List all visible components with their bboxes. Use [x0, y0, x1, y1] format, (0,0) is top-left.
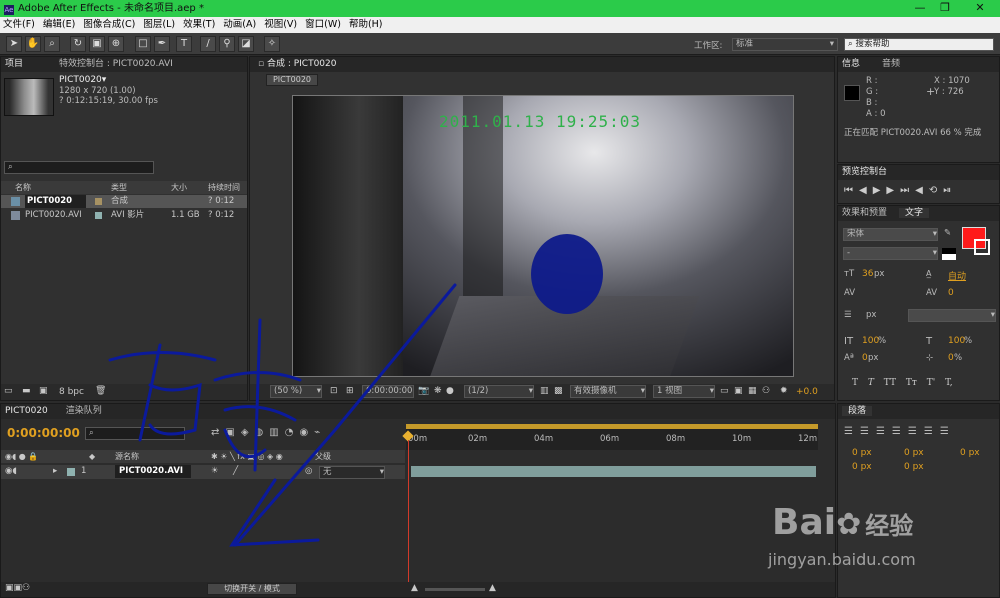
watermark-brand2: 经验	[865, 512, 914, 540]
watermark-brand: Bai✿ 经验	[772, 502, 913, 543]
annotation-arrow-line	[233, 283, 457, 547]
annotation-text: 右击	[0, 0, 1, 1]
watermark-brand-text: Bai	[772, 502, 837, 543]
paw-icon: ✿	[836, 507, 862, 542]
watermark-url: jingyan.baidu.com	[768, 550, 916, 569]
annotation-glyph-2	[213, 318, 302, 472]
annotation-glyph-1	[108, 343, 217, 442]
